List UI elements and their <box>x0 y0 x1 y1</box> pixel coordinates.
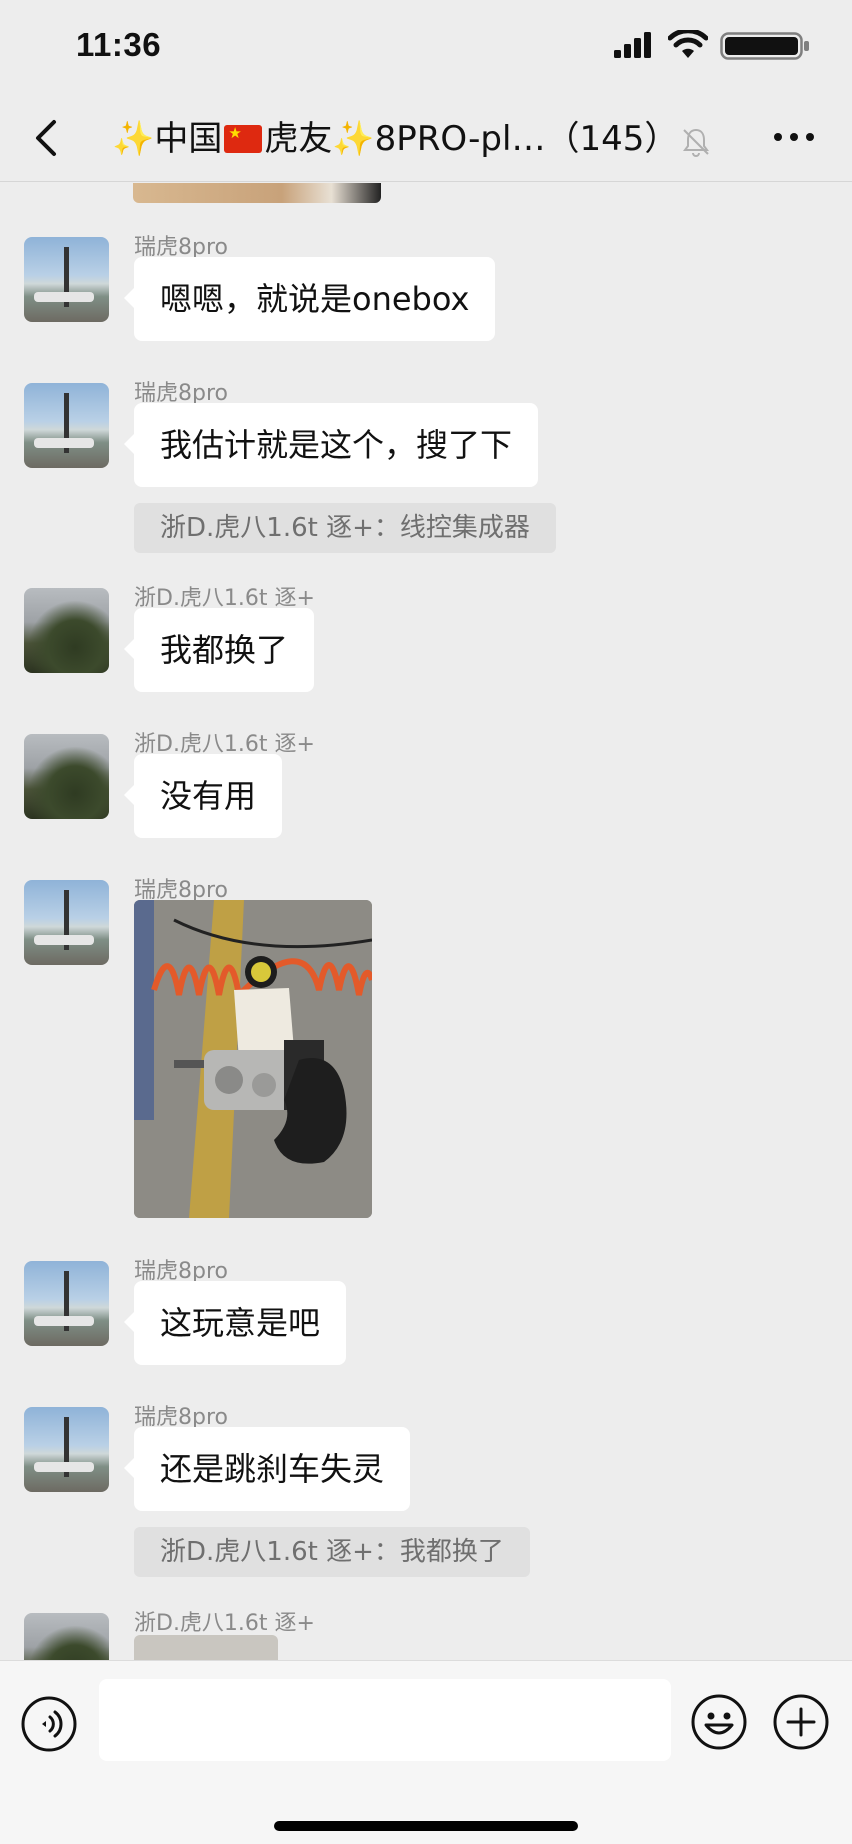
status-icons <box>552 30 812 62</box>
avatar[interactable] <box>24 734 109 819</box>
previous-image-message[interactable] <box>133 183 381 203</box>
message-bubble[interactable]: 我估计就是这个，搜了下 <box>123 403 539 487</box>
nav-bar: ✨中国 虎友✨8PRO-pl…（145） <box>0 96 852 182</box>
message-bubble[interactable]: 这玩意是吧 <box>123 1281 347 1365</box>
input-bar <box>0 1660 852 1844</box>
image-message[interactable] <box>134 1635 278 1660</box>
china-flag-icon <box>224 123 263 153</box>
voice-icon[interactable] <box>20 1695 78 1753</box>
avatar[interactable] <box>24 1613 109 1660</box>
sender-name: 浙D.虎八1.6t 逐+ <box>134 1611 315 1636</box>
cellular-signal-icon <box>614 32 651 58</box>
more-icon[interactable] <box>772 130 816 144</box>
emoji-icon[interactable] <box>690 1693 748 1751</box>
back-icon[interactable] <box>28 116 62 160</box>
message-bubble[interactable]: 我都换了 <box>123 608 315 692</box>
mute-icon <box>683 128 709 157</box>
quoted-reply[interactable]: 浙D.虎八1.6t 逐+：线控集成器 <box>134 503 556 553</box>
avatar[interactable] <box>24 1407 109 1492</box>
avatar[interactable] <box>24 880 109 965</box>
brake-unit-photo <box>134 900 372 1218</box>
image-message[interactable] <box>134 900 372 1218</box>
quoted-reply[interactable]: 浙D.虎八1.6t 逐+：我都换了 <box>134 1527 530 1577</box>
home-indicator <box>274 1821 578 1831</box>
title-prefix: ✨中国 <box>112 119 223 159</box>
title-suffix: ✨8PRO-pl…（145） <box>332 119 679 159</box>
message-bubble[interactable]: 还是跳刹车失灵 <box>123 1427 411 1511</box>
message-input[interactable] <box>99 1679 671 1761</box>
avatar[interactable] <box>24 383 109 468</box>
title-middle: 虎友 <box>264 119 333 159</box>
chat-title[interactable]: ✨中国 虎友✨8PRO-pl…（145） <box>112 114 692 164</box>
status-time: 11:36 <box>76 26 162 63</box>
wifi-icon <box>668 30 708 58</box>
avatar[interactable] <box>24 237 109 322</box>
status-bar: 11:36 <box>0 0 852 96</box>
message-bubble[interactable]: 嗯嗯，就说是onebox <box>123 257 496 341</box>
message-bubble[interactable]: 没有用 <box>123 754 283 838</box>
avatar[interactable] <box>24 1261 109 1346</box>
plus-icon[interactable] <box>772 1693 830 1751</box>
chat-area[interactable]: 瑞虎8pro 嗯嗯，就说是onebox 瑞虎8pro 我估计就是这个，搜了下 浙… <box>0 183 852 1660</box>
avatar[interactable] <box>24 588 109 673</box>
battery-icon <box>720 32 809 60</box>
